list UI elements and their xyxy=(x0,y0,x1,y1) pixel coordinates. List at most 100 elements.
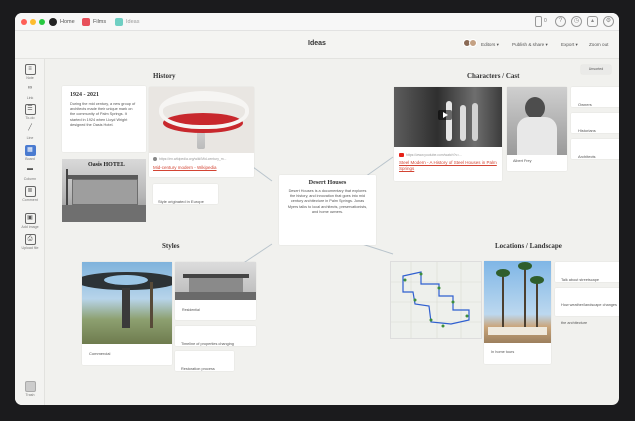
chair-link[interactable]: Mid-century modern - Wikipedia xyxy=(153,165,217,171)
upload-icon: ⎙ xyxy=(24,234,36,245)
history-europe-note[interactable]: Style originated in Europe xyxy=(153,184,218,204)
board-icon: ▦ xyxy=(24,145,36,156)
figure xyxy=(446,101,452,141)
section-title-characters: Characters / Cast xyxy=(467,72,520,80)
maximize-window-button[interactable] xyxy=(39,19,45,25)
bell-icon[interactable]: ▴ xyxy=(587,16,598,27)
portrait-body xyxy=(517,117,557,155)
avatar[interactable] xyxy=(469,39,477,47)
albert-frey-caption: Albert Frey xyxy=(513,159,532,163)
albert-frey-card[interactable]: Albert Frey xyxy=(507,87,567,171)
publish-share-button[interactable]: Publish & share ▾ xyxy=(512,42,548,48)
palm-tree xyxy=(524,267,526,335)
title-bar: Home Films Ideas 0 ? ◷ ▴ ⚙ xyxy=(15,13,619,31)
editors-button[interactable]: Editors ▾ xyxy=(481,42,499,48)
sidebar-item-comment[interactable]: ≣ Comment xyxy=(15,186,45,202)
section-title-history: History xyxy=(153,72,176,80)
toolbar: Ideas Editors ▾ Publish & share ▾ Export… xyxy=(15,31,619,59)
board-icon xyxy=(115,18,123,26)
history-text: During the mid century, a new group of a… xyxy=(70,102,136,127)
sidebar-item-label: Comment xyxy=(22,198,38,202)
note-icon: ≡ xyxy=(24,64,36,75)
sidebar-item-label: Link xyxy=(26,96,34,100)
desert-ground xyxy=(62,205,146,222)
restoration-text: Restoration process xyxy=(181,367,215,371)
commercial-card[interactable]: Commercial xyxy=(82,262,172,365)
historians-note[interactable]: Historians xyxy=(571,113,619,133)
minimize-window-button[interactable] xyxy=(30,19,36,25)
low-house xyxy=(488,327,547,335)
residential-card[interactable]: Residential xyxy=(175,262,256,320)
streetscape-note[interactable]: Talk about streetscape xyxy=(555,262,619,282)
sidebar-item-trash[interactable]: Trash xyxy=(15,381,45,397)
sidebar-item-link[interactable]: ∞ Link xyxy=(15,84,45,100)
sidebar-item-upload[interactable]: ⎙ Upload file xyxy=(15,234,45,250)
sidebar-item-label: Trash xyxy=(25,393,35,397)
video-link-card[interactable]: https://www.youtube.com/watch?v=... Stee… xyxy=(394,87,502,181)
lawn xyxy=(175,292,256,300)
tab-films[interactable]: Films xyxy=(82,17,106,27)
timeline-note[interactable]: Timeline of properties changing xyxy=(175,326,256,346)
map-route xyxy=(402,271,470,325)
zoom-out-button[interactable]: Zoom out xyxy=(589,42,608,47)
center-note-text: Desert Houses is a documentary that expl… xyxy=(287,189,368,214)
palm-leaves xyxy=(496,269,510,277)
section-title-styles: Styles xyxy=(162,242,180,250)
unsorted-label: Unsorted xyxy=(588,67,604,71)
timer-icon[interactable]: ◷ xyxy=(571,16,582,27)
sidebar-item-column[interactable]: ▬ Column xyxy=(15,165,45,181)
chair-shell xyxy=(159,91,249,129)
palm-leaves xyxy=(530,276,544,284)
help-icon[interactable]: ? xyxy=(555,16,566,27)
board-canvas[interactable]: Unsorted Desert Houses Desert Houses is … xyxy=(46,59,619,405)
section-title-locations: Locations / Landscape xyxy=(495,242,562,250)
tab-home-label: Home xyxy=(60,19,75,25)
zoom-label: Zoom out xyxy=(589,42,609,47)
play-icon[interactable] xyxy=(438,110,452,120)
close-window-button[interactable] xyxy=(21,19,27,25)
sidebar-item-board[interactable]: ▦ Board xyxy=(15,145,45,161)
notification-count: 0 xyxy=(544,18,547,24)
hotel-image[interactable]: Oasis HOTEL xyxy=(62,159,146,222)
app-window: Home Films Ideas 0 ? ◷ ▴ ⚙ Ideas Editors… xyxy=(15,13,619,405)
tab-home[interactable]: Home xyxy=(49,17,75,27)
tab-films-label: Films xyxy=(93,19,107,25)
video-link[interactable]: Steel Modern - A History of Steel Houses… xyxy=(399,160,497,171)
map-image[interactable] xyxy=(390,261,482,339)
globe-icon xyxy=(153,157,157,161)
palm-photo xyxy=(484,261,551,343)
palm-tree xyxy=(502,275,504,335)
restoration-note[interactable]: Restoration process xyxy=(175,351,234,371)
figure xyxy=(472,103,478,141)
albert-frey-photo xyxy=(507,87,567,155)
unsorted-button[interactable]: Unsorted xyxy=(581,65,611,74)
map-streets xyxy=(391,262,481,338)
sidebar-item-label: To-do xyxy=(25,116,35,120)
architects-note[interactable]: Architects xyxy=(571,139,619,159)
gear-icon[interactable]: ⚙ xyxy=(603,16,614,27)
sidebar-item-note[interactable]: ≡ Note xyxy=(15,64,45,80)
center-note[interactable]: Desert Houses Desert Houses is a documen… xyxy=(279,175,376,245)
sidebar-item-line[interactable]: ╱ Line xyxy=(15,124,45,140)
history-note[interactable]: 1924 - 2021 During the mid century, a ne… xyxy=(62,86,146,152)
sidebar-item-todo[interactable]: ☰ To-do xyxy=(15,104,45,120)
residential-photo xyxy=(175,262,256,300)
export-button[interactable]: Export ▾ xyxy=(561,42,578,48)
video-thumbnail[interactable] xyxy=(394,87,502,147)
comment-icon: ≣ xyxy=(24,186,36,197)
house-body xyxy=(189,278,243,292)
weather-note[interactable]: How weather/landscape changes the archit… xyxy=(555,288,619,325)
history-europe-text: Style originated in Europe xyxy=(158,199,204,204)
sidebar-item-add-image[interactable]: ▣ Add image xyxy=(15,213,45,229)
architects-text: Architects xyxy=(578,154,596,159)
home-tours-card[interactable]: In home tours xyxy=(484,261,551,364)
device-icon[interactable] xyxy=(535,16,542,27)
hotel-sign: Oasis HOTEL xyxy=(88,162,125,168)
palm-tree xyxy=(150,282,153,328)
figure xyxy=(460,105,466,141)
history-years: 1924 - 2021 xyxy=(70,92,99,98)
tab-ideas[interactable]: Ideas xyxy=(115,17,139,27)
commercial-caption: Commercial xyxy=(89,351,111,356)
owners-note[interactable]: Owners xyxy=(571,87,619,107)
chair-link-card[interactable]: https://en.wikipedia.org/wiki/Mid-centur… xyxy=(149,87,254,177)
